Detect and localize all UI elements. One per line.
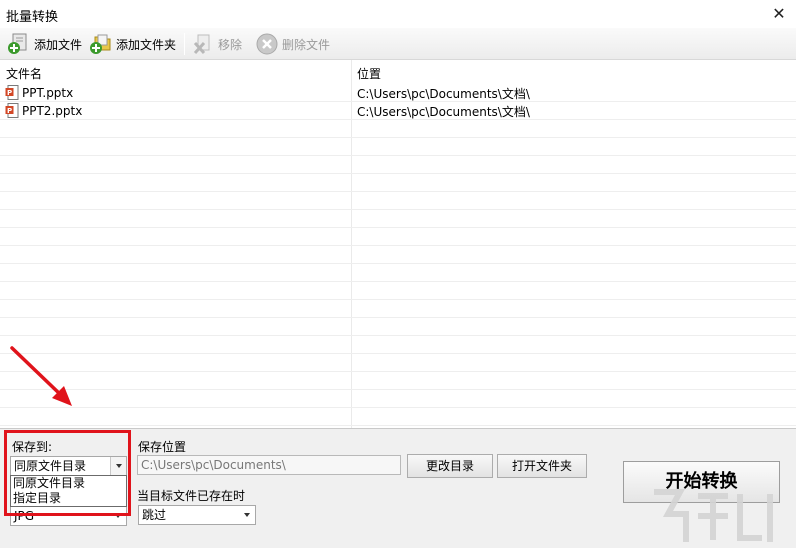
- exists-select[interactable]: 跳过: [138, 505, 256, 525]
- column-header-name[interactable]: 文件名: [6, 65, 42, 82]
- empty-row: [0, 192, 796, 210]
- close-button[interactable]: ✕: [768, 3, 790, 25]
- file-name: PPT2.pptx: [22, 103, 83, 118]
- empty-row: [0, 264, 796, 282]
- file-name-cell: P PPT.pptx: [5, 85, 73, 100]
- delete-file-button[interactable]: 删除文件: [256, 31, 330, 57]
- toolbar: 添加文件 添加文件夹 移除 删除文件: [0, 28, 796, 60]
- svg-text:P: P: [7, 107, 12, 115]
- empty-row: [0, 246, 796, 264]
- svg-text:P: P: [7, 89, 12, 97]
- add-folder-label: 添加文件夹: [116, 37, 177, 52]
- watermark-logo-icon: [654, 489, 773, 542]
- empty-row: [0, 372, 796, 390]
- add-file-button[interactable]: 添加文件: [8, 31, 82, 57]
- empty-row: [0, 318, 796, 336]
- empty-row: [0, 282, 796, 300]
- add-file-label: 添加文件: [34, 37, 83, 52]
- file-name: PPT.pptx: [22, 85, 74, 100]
- column-header-location[interactable]: 位置: [357, 65, 381, 82]
- annotation-highlight: [4, 430, 131, 516]
- file-list[interactable]: 文件名 位置 P PPT.pptx C:\Users\pc\Documents\…: [0, 60, 796, 429]
- empty-row: [0, 228, 796, 246]
- toolbar-separator: [184, 33, 185, 55]
- save-location-value: C:\Users\pc\Documents\: [141, 458, 286, 472]
- add-folder-icon: [90, 33, 112, 55]
- open-folder-button[interactable]: 打开文件夹: [497, 454, 587, 478]
- empty-row: [0, 408, 796, 426]
- empty-row: [0, 156, 796, 174]
- save-location-label: 保存位置: [138, 440, 187, 454]
- empty-row: [0, 336, 796, 354]
- empty-row: [0, 210, 796, 228]
- empty-row: [0, 390, 796, 408]
- save-location-input[interactable]: C:\Users\pc\Documents\: [137, 455, 401, 475]
- window-title: 批量转换: [6, 10, 59, 25]
- table-row[interactable]: P PPT2.pptx C:\Users\pc\Documents\文档\: [0, 102, 796, 120]
- empty-row: [0, 138, 796, 156]
- file-location: C:\Users\pc\Documents\文档\: [357, 105, 530, 119]
- exists-label: 当目标文件已存在时: [137, 489, 246, 503]
- remove-icon: [192, 33, 214, 55]
- empty-row: [0, 120, 796, 138]
- delete-icon: [256, 33, 278, 55]
- chevron-down-icon[interactable]: [239, 506, 255, 524]
- title-bar: 批量转换 ✕: [0, 0, 796, 28]
- add-folder-button[interactable]: 添加文件夹: [90, 31, 176, 57]
- empty-row: [0, 174, 796, 192]
- file-name-cell: P PPT2.pptx: [5, 103, 82, 118]
- table-row[interactable]: P PPT.pptx C:\Users\pc\Documents\文档\: [0, 84, 796, 102]
- empty-row: [0, 354, 796, 372]
- ppt-file-icon: P: [5, 85, 19, 100]
- add-file-icon: [8, 33, 30, 55]
- change-dir-button[interactable]: 更改目录: [407, 454, 493, 478]
- delete-file-label: 删除文件: [282, 37, 331, 52]
- ppt-file-icon: P: [5, 103, 19, 118]
- remove-button[interactable]: 移除: [192, 31, 242, 57]
- file-location: C:\Users\pc\Documents\文档\: [357, 87, 530, 101]
- remove-label: 移除: [218, 37, 243, 52]
- annotation-arrow-icon: [10, 346, 72, 406]
- empty-row: [0, 300, 796, 318]
- exists-value: 跳过: [142, 508, 167, 522]
